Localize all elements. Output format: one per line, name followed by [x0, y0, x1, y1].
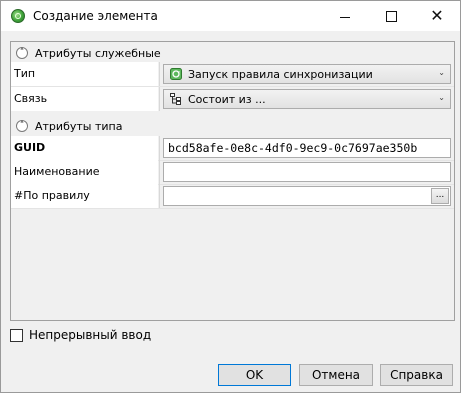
property-name: GUID: [11, 136, 158, 160]
type-value: Запуск правила синхронизации: [188, 68, 373, 81]
property-row-relation: Связь Состоит из ... ⌄: [11, 87, 454, 111]
app-icon: [11, 9, 25, 23]
chevron-down-icon: ⌄: [438, 68, 445, 77]
close-button[interactable]: ✕: [414, 1, 460, 31]
column-divider[interactable]: [159, 87, 160, 111]
relation-dropdown[interactable]: Состоит из ... ⌄: [163, 89, 451, 109]
minimize-button[interactable]: [322, 1, 368, 31]
name-field[interactable]: [163, 162, 451, 182]
section-label: Атрибуты служебные: [35, 47, 161, 60]
column-divider[interactable]: [159, 184, 160, 208]
section-label: Атрибуты типа: [35, 120, 123, 133]
collapse-icon[interactable]: ˄: [16, 120, 28, 132]
continuous-input-checkbox[interactable]: [10, 329, 23, 342]
dialog-window: Создание элемента ✕ ˄ Атрибуты служебные…: [0, 0, 461, 393]
guid-field[interactable]: bcd58afe-0e8c-4df0-9ec9-0c7697ae350b: [163, 138, 451, 158]
column-divider[interactable]: [159, 136, 160, 160]
minimize-icon: [340, 16, 350, 18]
window-title: Создание элемента: [33, 9, 158, 23]
type-dropdown[interactable]: Запуск правила синхронизации ⌄: [163, 64, 451, 84]
maximize-button[interactable]: [368, 1, 414, 31]
cancel-button[interactable]: Отмена: [299, 364, 373, 386]
hierarchy-icon: [170, 93, 181, 105]
collapse-icon[interactable]: ˄: [16, 47, 28, 59]
property-name: Наименование: [11, 160, 158, 184]
property-row-guid: GUID bcd58afe-0e8c-4df0-9ec9-0c7697ae350…: [11, 136, 454, 160]
close-icon: ✕: [430, 6, 444, 25]
help-button[interactable]: Справка: [380, 364, 453, 386]
column-divider[interactable]: [159, 160, 160, 184]
property-name: Связь: [11, 87, 158, 111]
property-row-type: Тип Запуск правила синхронизации ⌄: [11, 62, 454, 86]
browse-button[interactable]: ...: [431, 188, 449, 204]
property-row-name: Наименование: [11, 160, 454, 184]
property-name: #По правилу: [11, 184, 158, 208]
title-bar[interactable]: Создание элемента ✕: [1, 1, 460, 31]
row-divider: [11, 208, 454, 209]
maximize-icon: [385, 10, 397, 22]
property-grid: ˄ Атрибуты служебные Тип Запуск правила …: [10, 41, 455, 321]
column-divider[interactable]: [159, 62, 160, 86]
property-name: Тип: [11, 62, 158, 86]
by-rule-field[interactable]: ...: [163, 186, 451, 206]
property-row-by-rule: #По правилу ...: [11, 184, 454, 208]
continuous-input-label[interactable]: Непрерывный ввод: [29, 328, 151, 342]
sync-rule-icon: [170, 68, 182, 80]
relation-value: Состоит из ...: [188, 93, 266, 106]
ok-button[interactable]: OK: [218, 364, 291, 386]
chevron-down-icon: ⌄: [438, 93, 445, 102]
